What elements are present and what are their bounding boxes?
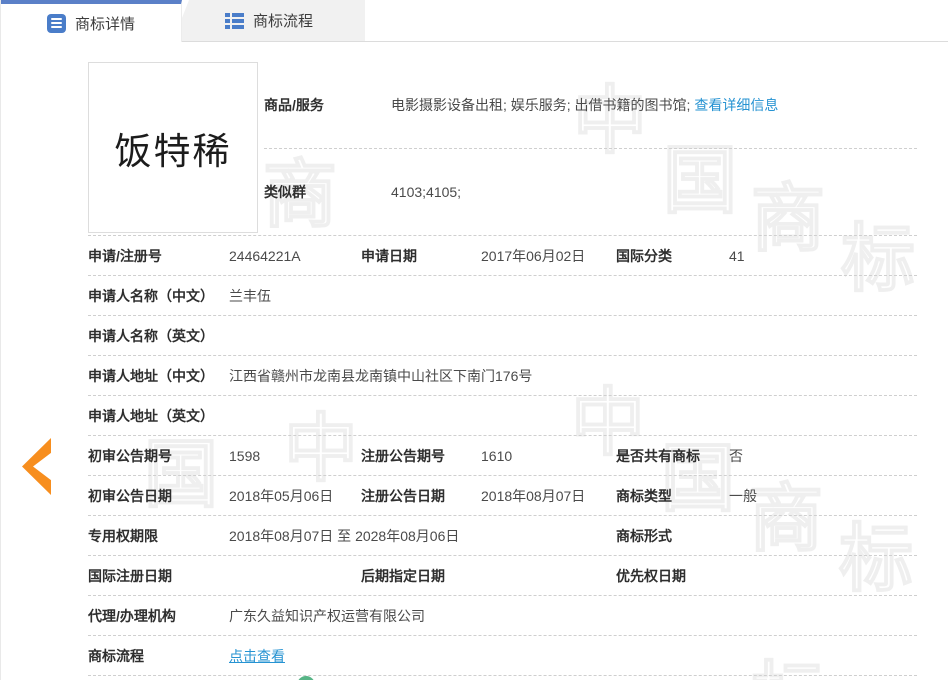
trademark-image: 饭特稀 xyxy=(88,62,258,233)
addr-cn-label: 申请人地址（中文） xyxy=(88,366,229,386)
reg-no-label: 申请/注册号 xyxy=(88,246,229,266)
table-row: 初审公告期号 1598 注册公告期号 1610 是否共有商标 否 xyxy=(88,436,917,476)
exclusive-period-value: 2018年08月07日 至 2028年08月06日 xyxy=(229,526,616,546)
table-row: 代理/办理机构 广东久益知识产权运营有限公司 xyxy=(88,596,917,636)
table-row: 申请人地址（中文） 江西省赣州市龙南县龙南镇中山社区下南门176号 xyxy=(88,356,917,396)
intl-class-value: 41 xyxy=(729,248,917,264)
trademark-image-text: 饭特稀 xyxy=(115,121,232,175)
view-details-link[interactable]: 查看详细信息 xyxy=(694,97,778,113)
goods-services-block: 商品/服务 电影摄影设备出租; 娱乐服务; 出借书籍的图书馆; 查看详细信息 类… xyxy=(264,62,917,235)
partial-share-icon xyxy=(297,676,315,680)
table-row: 国际注册日期 后期指定日期 优先权日期 xyxy=(88,556,917,596)
first-gazette-no-value: 1598 xyxy=(229,448,361,464)
reg-gazette-date-value: 2018年08月07日 xyxy=(481,486,616,506)
tm-form-label: 商标形式 xyxy=(616,526,729,546)
tab-trademark-details[interactable]: 商标详情 xyxy=(1,0,182,42)
tab-trademark-process[interactable]: 商标流程 xyxy=(173,0,365,41)
similar-group-label: 类似群 xyxy=(264,182,391,202)
tab-bar: 商标详情 商标流程 xyxy=(1,0,948,42)
process-label: 商标流程 xyxy=(88,646,229,666)
goods-services-value: 电影摄影设备出租; 娱乐服务; 出借书籍的图书馆; 查看详细信息 xyxy=(391,95,778,115)
similar-group-row: 类似群 4103;4105; xyxy=(264,148,917,235)
list-icon xyxy=(47,14,66,33)
applicant-cn-label: 申请人名称（中文） xyxy=(88,286,229,306)
reg-gazette-date-label: 注册公告日期 xyxy=(361,486,481,506)
first-gazette-date-label: 初审公告日期 xyxy=(88,486,229,506)
trademark-detail-page: 中 国 商 标 中 国 商 标 商 中 国 标 商标详情 商标流程 xyxy=(0,0,948,680)
exclusive-period-label: 专用权期限 xyxy=(88,526,229,546)
top-section: 饭特稀 商品/服务 电影摄影设备出租; 娱乐服务; 出借书籍的图书馆; 查看详细… xyxy=(88,62,917,236)
first-gazette-date-value: 2018年05月06日 xyxy=(229,486,361,506)
shared-trademark-label: 是否共有商标 xyxy=(616,446,729,466)
reg-gazette-no-label: 注册公告期号 xyxy=(361,446,481,466)
app-date-label: 申请日期 xyxy=(361,246,481,266)
table-row: 申请人地址（英文） xyxy=(88,396,917,436)
click-to-view-link[interactable]: 点击查看 xyxy=(229,648,285,664)
tm-type-label: 商标类型 xyxy=(616,486,729,506)
addr-en-label: 申请人地址（英文） xyxy=(88,406,229,426)
applicant-cn-value: 兰丰伍 xyxy=(229,286,917,306)
table-row: 初审公告日期 2018年05月06日 注册公告日期 2018年08月07日 商标… xyxy=(88,476,917,516)
timeline-list-icon xyxy=(225,13,244,29)
reg-no-value: 24464221A xyxy=(229,248,361,264)
agency-value: 广东久益知识产权运营有限公司 xyxy=(229,606,917,626)
reg-gazette-no-value: 1610 xyxy=(481,448,616,464)
addr-cn-value: 江西省赣州市龙南县龙南镇中山社区下南门176号 xyxy=(229,366,917,386)
tab-label: 商标流程 xyxy=(253,10,313,31)
table-row: 商标流程 点击查看 xyxy=(88,636,917,676)
goods-services-text: 电影摄影设备出租; 娱乐服务; 出借书籍的图书馆; xyxy=(391,97,690,113)
table-row: 申请/注册号 24464221A 申请日期 2017年06月02日 国际分类 4… xyxy=(88,236,917,276)
table-row: 申请人名称（中文） 兰丰伍 xyxy=(88,276,917,316)
goods-services-row: 商品/服务 电影摄影设备出租; 娱乐服务; 出借书籍的图书馆; 查看详细信息 xyxy=(264,62,917,148)
goods-services-label: 商品/服务 xyxy=(264,95,391,115)
tm-type-value: 一般 xyxy=(729,486,917,506)
table-row: 申请人名称（英文） xyxy=(88,316,917,356)
intl-reg-date-label: 国际注册日期 xyxy=(88,566,229,586)
intl-class-label: 国际分类 xyxy=(616,246,729,266)
similar-group-value: 4103;4105; xyxy=(391,184,461,200)
later-designation-label: 后期指定日期 xyxy=(361,566,481,586)
applicant-en-label: 申请人名称（英文） xyxy=(88,326,229,346)
process-value: 点击查看 xyxy=(229,646,917,666)
agency-label: 代理/办理机构 xyxy=(88,606,229,626)
app-date-value: 2017年06月02日 xyxy=(481,246,616,266)
priority-date-label: 优先权日期 xyxy=(616,566,729,586)
first-gazette-no-label: 初审公告期号 xyxy=(88,446,229,466)
detail-content: 饭特稀 商品/服务 电影摄影设备出租; 娱乐服务; 出借书籍的图书馆; 查看详细… xyxy=(1,62,948,676)
table-row: 专用权期限 2018年08月07日 至 2028年08月06日 商标形式 xyxy=(88,516,917,556)
shared-trademark-value: 否 xyxy=(729,446,917,466)
tab-label: 商标详情 xyxy=(75,13,135,34)
